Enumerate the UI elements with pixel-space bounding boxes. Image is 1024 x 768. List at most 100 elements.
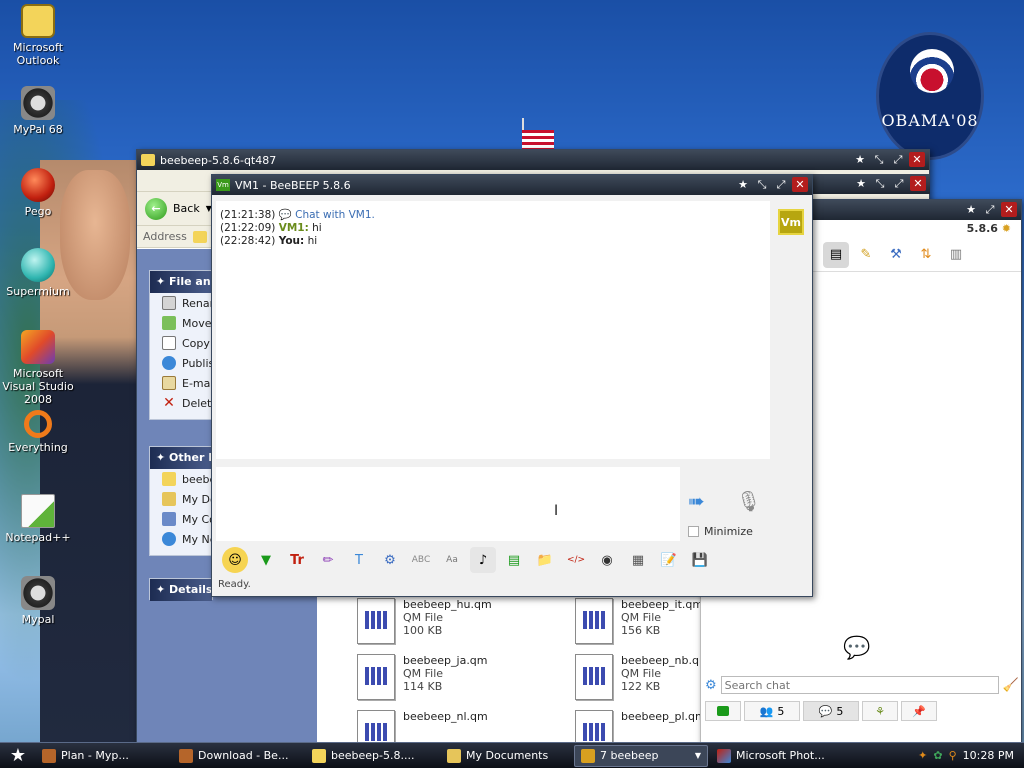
taskbar-item-download[interactable]: Download - Be... xyxy=(173,745,303,767)
message-text: hi xyxy=(307,235,318,247)
maximize-button[interactable]: ⤢ xyxy=(773,177,789,192)
desktop-icon-everything[interactable]: Everything xyxy=(0,410,76,454)
printer-icon[interactable]: ▦ xyxy=(625,547,651,573)
send-icon[interactable]: ➠ xyxy=(688,489,720,517)
minimize-checkbox-row[interactable]: Minimize xyxy=(688,525,753,538)
obama-sun-icon xyxy=(910,49,954,93)
tools-icon[interactable]: ⚒ xyxy=(883,242,909,268)
pin-icon[interactable]: ★ xyxy=(735,177,751,192)
details-header[interactable]: ✦ Details ✦ xyxy=(150,579,212,601)
tab-status[interactable] xyxy=(705,701,741,721)
task-email[interactable]: E-mail xyxy=(150,373,212,393)
explorer-titlebar[interactable]: beebeep-5.8.6-qt487 ★ ⤡ ⤢ ✕ xyxy=(137,150,929,170)
maximize-button[interactable]: ⤢ xyxy=(891,176,907,191)
tray-bee-icon[interactable]: ✦ xyxy=(918,749,927,762)
clock[interactable]: 10:28 PM xyxy=(963,749,1014,762)
clear-broom-icon[interactable]: 🧹 xyxy=(1003,678,1019,693)
task-move[interactable]: Move xyxy=(150,313,212,333)
maximize-button[interactable]: ⤢ xyxy=(982,202,998,217)
code-icon[interactable]: </> xyxy=(563,547,589,573)
desktop-icon-pego[interactable]: Pego xyxy=(0,168,76,218)
filter-icon[interactable]: T xyxy=(346,547,372,573)
trash-icon[interactable]: ▥ xyxy=(943,242,969,268)
screenshot-icon[interactable]: ◉ xyxy=(594,547,620,573)
task-copy[interactable]: Copy xyxy=(150,333,212,353)
panel-header-label: Other Pla xyxy=(169,451,212,464)
taskbar-item-my-documents[interactable]: My Documents xyxy=(441,745,571,767)
tab-chats[interactable]: 💬 5 xyxy=(803,701,859,721)
tab-groups[interactable]: ⚘ xyxy=(862,701,898,721)
user-avatar[interactable]: Vm xyxy=(778,209,804,235)
close-button[interactable]: ✕ xyxy=(910,176,926,191)
text-size-icon[interactable]: Aa xyxy=(439,547,465,573)
back-button[interactable]: ← Back ▼ xyxy=(145,197,212,220)
tab-users[interactable]: 👥 5 xyxy=(744,701,800,721)
users-icon: 👥 xyxy=(759,704,774,718)
taskbar-item-beebeep-folder[interactable]: beebeep-5.8.... xyxy=(306,745,438,767)
save-icon[interactable]: 💾 xyxy=(687,547,713,573)
desktop-icon-outlook[interactable]: Microsoft Outlook xyxy=(0,4,76,67)
close-button[interactable]: ✕ xyxy=(1001,202,1017,217)
task-publish[interactable]: Publis xyxy=(150,353,212,373)
edit-icon[interactable]: ✎ xyxy=(853,242,879,268)
settings-icon[interactable]: ⚙ xyxy=(377,547,403,573)
desktop-icon-supermium[interactable]: Supermium xyxy=(0,248,76,298)
place-my-documents[interactable]: My Do xyxy=(150,489,212,509)
task-delete[interactable]: ✕ Delete xyxy=(150,393,212,413)
task-label: Delete xyxy=(182,396,212,410)
color-picker-icon[interactable]: ✏ xyxy=(315,547,341,573)
message-input[interactable]: I xyxy=(216,467,680,541)
maximize-button[interactable]: ⤢ xyxy=(890,152,906,167)
tab-pinned[interactable]: 📌 xyxy=(901,701,937,721)
task-rename[interactable]: Renam xyxy=(150,293,212,313)
outlook-icon xyxy=(21,4,55,38)
minimize-button[interactable]: ⤡ xyxy=(872,176,888,191)
place-my-computer[interactable]: My Co xyxy=(150,509,212,529)
pin-icon[interactable]: ★ xyxy=(853,176,869,191)
mypal-icon xyxy=(42,748,56,763)
text-cursor-icon: I xyxy=(554,503,559,519)
place-beebeep[interactable]: beebe xyxy=(150,469,212,489)
share-icon[interactable]: ⇅ xyxy=(913,242,939,268)
search-chat-input[interactable] xyxy=(720,676,999,694)
music-note-icon[interactable]: ♪ xyxy=(470,547,496,573)
tray-chat-icon[interactable]: ✿ xyxy=(933,749,942,762)
font-icon[interactable]: Tr xyxy=(284,547,310,573)
broadcast-icon[interactable]: ▤ xyxy=(823,241,849,268)
desktop-icon-visual-studio[interactable]: Microsoft Visual Studio 2008 xyxy=(0,330,76,406)
task-label: Move xyxy=(182,316,212,330)
taskbar-item-plan[interactable]: Plan - Myp... xyxy=(36,745,170,767)
taskbar-item-photo[interactable]: Microsoft Phot... xyxy=(711,745,841,767)
chat-titlebar[interactable]: Vm VM1 - BeeBEEP 5.8.6 ★ ⤡ ⤢ ✕ xyxy=(212,175,812,195)
desktop-icon-notepadpp[interactable]: Notepad++ xyxy=(0,494,76,544)
edit-note-icon[interactable]: 📝 xyxy=(656,547,682,573)
spellcheck-icon[interactable]: ABC xyxy=(408,547,434,573)
minimize-button[interactable]: ⤡ xyxy=(871,152,887,167)
file-folder-tasks-header[interactable]: ✦ File and F xyxy=(150,271,212,293)
place-my-network[interactable]: My Ne xyxy=(150,529,212,549)
minimize-button[interactable]: ⤡ xyxy=(754,177,770,192)
file-item[interactable]: beebeep_hu.qm QM File 100 KB xyxy=(357,598,492,644)
taskbar-item-beebeep[interactable]: 7 beebeep ▼ xyxy=(574,744,708,767)
send-file-icon[interactable]: ▤ xyxy=(501,547,527,573)
download-icon[interactable]: ▼ xyxy=(253,547,279,573)
send-folder-icon[interactable]: 📁 xyxy=(532,547,558,573)
microphone-icon[interactable]: 🎙 xyxy=(736,489,764,517)
close-button[interactable]: ✕ xyxy=(792,177,808,192)
emoticon-icon[interactable]: ☺ xyxy=(222,547,248,573)
settings-gear-icon[interactable]: ⚙ xyxy=(705,678,717,693)
file-item[interactable]: beebeep_nb.qm QM File 122 KB xyxy=(575,654,710,700)
desktop-icon-mypal[interactable]: Mypal xyxy=(0,576,76,626)
pin-icon[interactable]: ★ xyxy=(852,152,868,167)
file-item[interactable]: beebeep_it.qm QM File 156 KB xyxy=(575,598,703,644)
network-icon xyxy=(162,532,176,546)
start-button[interactable]: ★ xyxy=(0,743,36,768)
other-places-header[interactable]: ✦ Other Pla xyxy=(150,447,212,469)
minimize-checkbox[interactable] xyxy=(688,526,699,537)
file-item[interactable]: beebeep_ja.qm QM File 114 KB xyxy=(357,654,488,700)
tray-search-icon[interactable]: ⚲ xyxy=(949,749,957,762)
close-button[interactable]: ✕ xyxy=(909,152,925,167)
pin-icon[interactable]: ★ xyxy=(963,202,979,217)
message-sender: VM1: xyxy=(278,222,309,234)
desktop-icon-mypal68[interactable]: MyPal 68 xyxy=(0,86,76,136)
